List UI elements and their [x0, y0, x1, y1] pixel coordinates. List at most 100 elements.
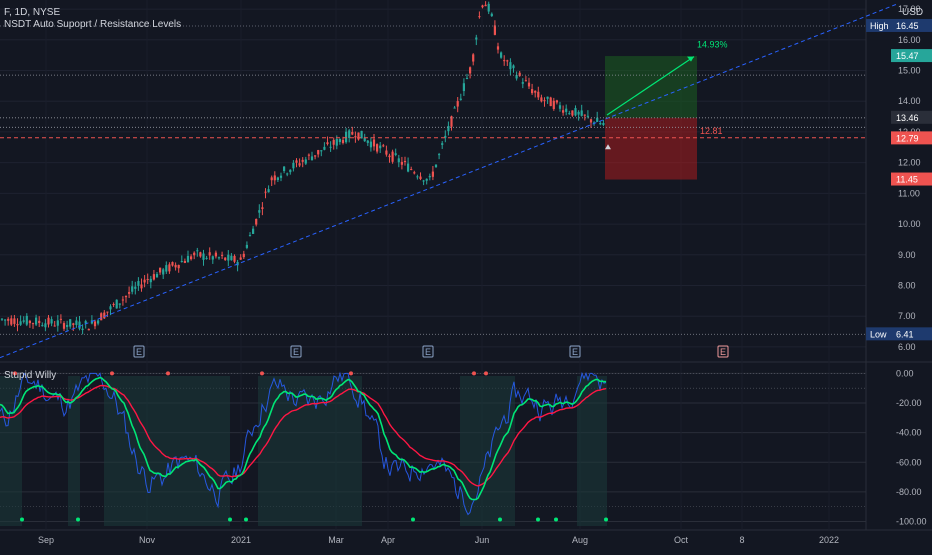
candle-body [428, 176, 431, 178]
candle-body [357, 132, 360, 140]
candle-body [4, 319, 7, 321]
candle-body [320, 150, 323, 152]
osc-bottom-dot [228, 517, 232, 522]
candle-body [7, 318, 10, 321]
candle-body [279, 175, 283, 178]
candle-body [19, 321, 22, 325]
candle-body [366, 140, 369, 143]
candle-body [341, 139, 345, 144]
osc-zone [104, 376, 230, 526]
time-tick-label: Sep [38, 535, 54, 545]
candle-body [385, 150, 388, 155]
candle-body [602, 123, 605, 125]
osc-top-dot [484, 371, 488, 376]
candle-body [372, 139, 376, 147]
candle-body [252, 228, 255, 234]
high-tag: 16.45 [896, 21, 919, 31]
candle-body [310, 156, 314, 161]
candle-body [413, 172, 416, 174]
time-tick-label: Aug [572, 535, 588, 545]
candle-body [335, 138, 338, 146]
stop-tag: 11.45 [896, 175, 918, 185]
candle-body [75, 320, 78, 325]
candle-body [50, 319, 53, 324]
candle-body [524, 80, 527, 82]
candle-body [221, 254, 224, 256]
candle-body [400, 161, 403, 165]
candle-body [286, 173, 289, 175]
candle-body [599, 122, 602, 125]
candle-body [419, 176, 422, 180]
earnings-marker-label: E [136, 347, 142, 357]
candle-body [44, 323, 47, 328]
osc-top-dot [349, 371, 353, 376]
candle-body [416, 176, 419, 178]
symbol-title: F, 1D, NYSE [4, 7, 61, 18]
candle-body [183, 260, 186, 263]
osc-tick-label: 0.00 [896, 368, 914, 378]
time-tick-label: Mar [328, 535, 344, 545]
candle-body [131, 286, 134, 292]
candle-body [78, 321, 81, 329]
osc-bottom-dot [244, 517, 248, 522]
candle-body [531, 89, 534, 94]
candle-body [571, 110, 574, 116]
candle-body [152, 274, 155, 280]
osc-tick-label: -80.00 [896, 487, 922, 497]
target-pct-label: 14.93% [697, 39, 728, 49]
candle-body [447, 125, 450, 132]
osc-bottom-dot [536, 517, 540, 522]
support-label: 12.81 [700, 126, 723, 136]
candle-body [465, 77, 469, 79]
time-tick-label: 2021 [231, 535, 251, 545]
price-tick-label: 7.00 [898, 311, 916, 321]
currency-label: USD [902, 7, 924, 18]
candle-body [351, 132, 354, 135]
candle-body [208, 252, 211, 256]
candle-body [16, 323, 19, 326]
candle-body [596, 117, 599, 122]
candle-body [112, 304, 115, 306]
candle-body [552, 100, 555, 110]
candle-body [478, 16, 481, 18]
candle-body [109, 306, 112, 310]
price-tick-label: 9.00 [898, 250, 916, 260]
earnings-marker-label: E [425, 347, 431, 357]
price-tick-label: 15.00 [898, 66, 921, 76]
candle-body [500, 52, 503, 58]
candle-body [425, 178, 428, 181]
candle-body [93, 321, 97, 327]
osc-bottom-dot [498, 517, 502, 522]
candle-body [202, 253, 205, 260]
time-tick-label: Nov [139, 535, 156, 545]
time-tick-label: Oct [674, 535, 689, 545]
candle-body [382, 145, 385, 147]
candle-body [345, 131, 348, 143]
candle-body [62, 323, 66, 329]
candle-body [128, 292, 131, 294]
candle-body [193, 252, 196, 256]
candle-body [53, 325, 56, 327]
candle-body [273, 175, 276, 181]
candle-body [81, 328, 84, 331]
price-tick-label: 11.00 [898, 188, 920, 198]
candle-body [121, 299, 124, 301]
candle-body [124, 296, 128, 298]
candle-body [233, 255, 236, 262]
earnings-marker-label: E [572, 347, 578, 357]
chart-canvas[interactable]: 12.8114.93%EEEEE 17.0016.0015.0014.0013.… [0, 0, 932, 550]
candle-body [391, 151, 394, 162]
candle-body [469, 67, 472, 74]
price-tick-label: 10.00 [898, 219, 921, 229]
candle-body [97, 320, 100, 324]
candle-body [149, 278, 152, 283]
candle-body [140, 284, 143, 289]
oscillator-title: Stupid Willy [4, 370, 57, 381]
candle-body [267, 189, 270, 193]
candle-body [459, 98, 462, 100]
candle-body [326, 142, 329, 145]
candle-body [168, 264, 171, 272]
candle-body [503, 60, 506, 62]
candle-body [555, 100, 558, 103]
chart-root[interactable]: 12.8114.93%EEEEE 17.0016.0015.0014.0013.… [0, 0, 932, 550]
